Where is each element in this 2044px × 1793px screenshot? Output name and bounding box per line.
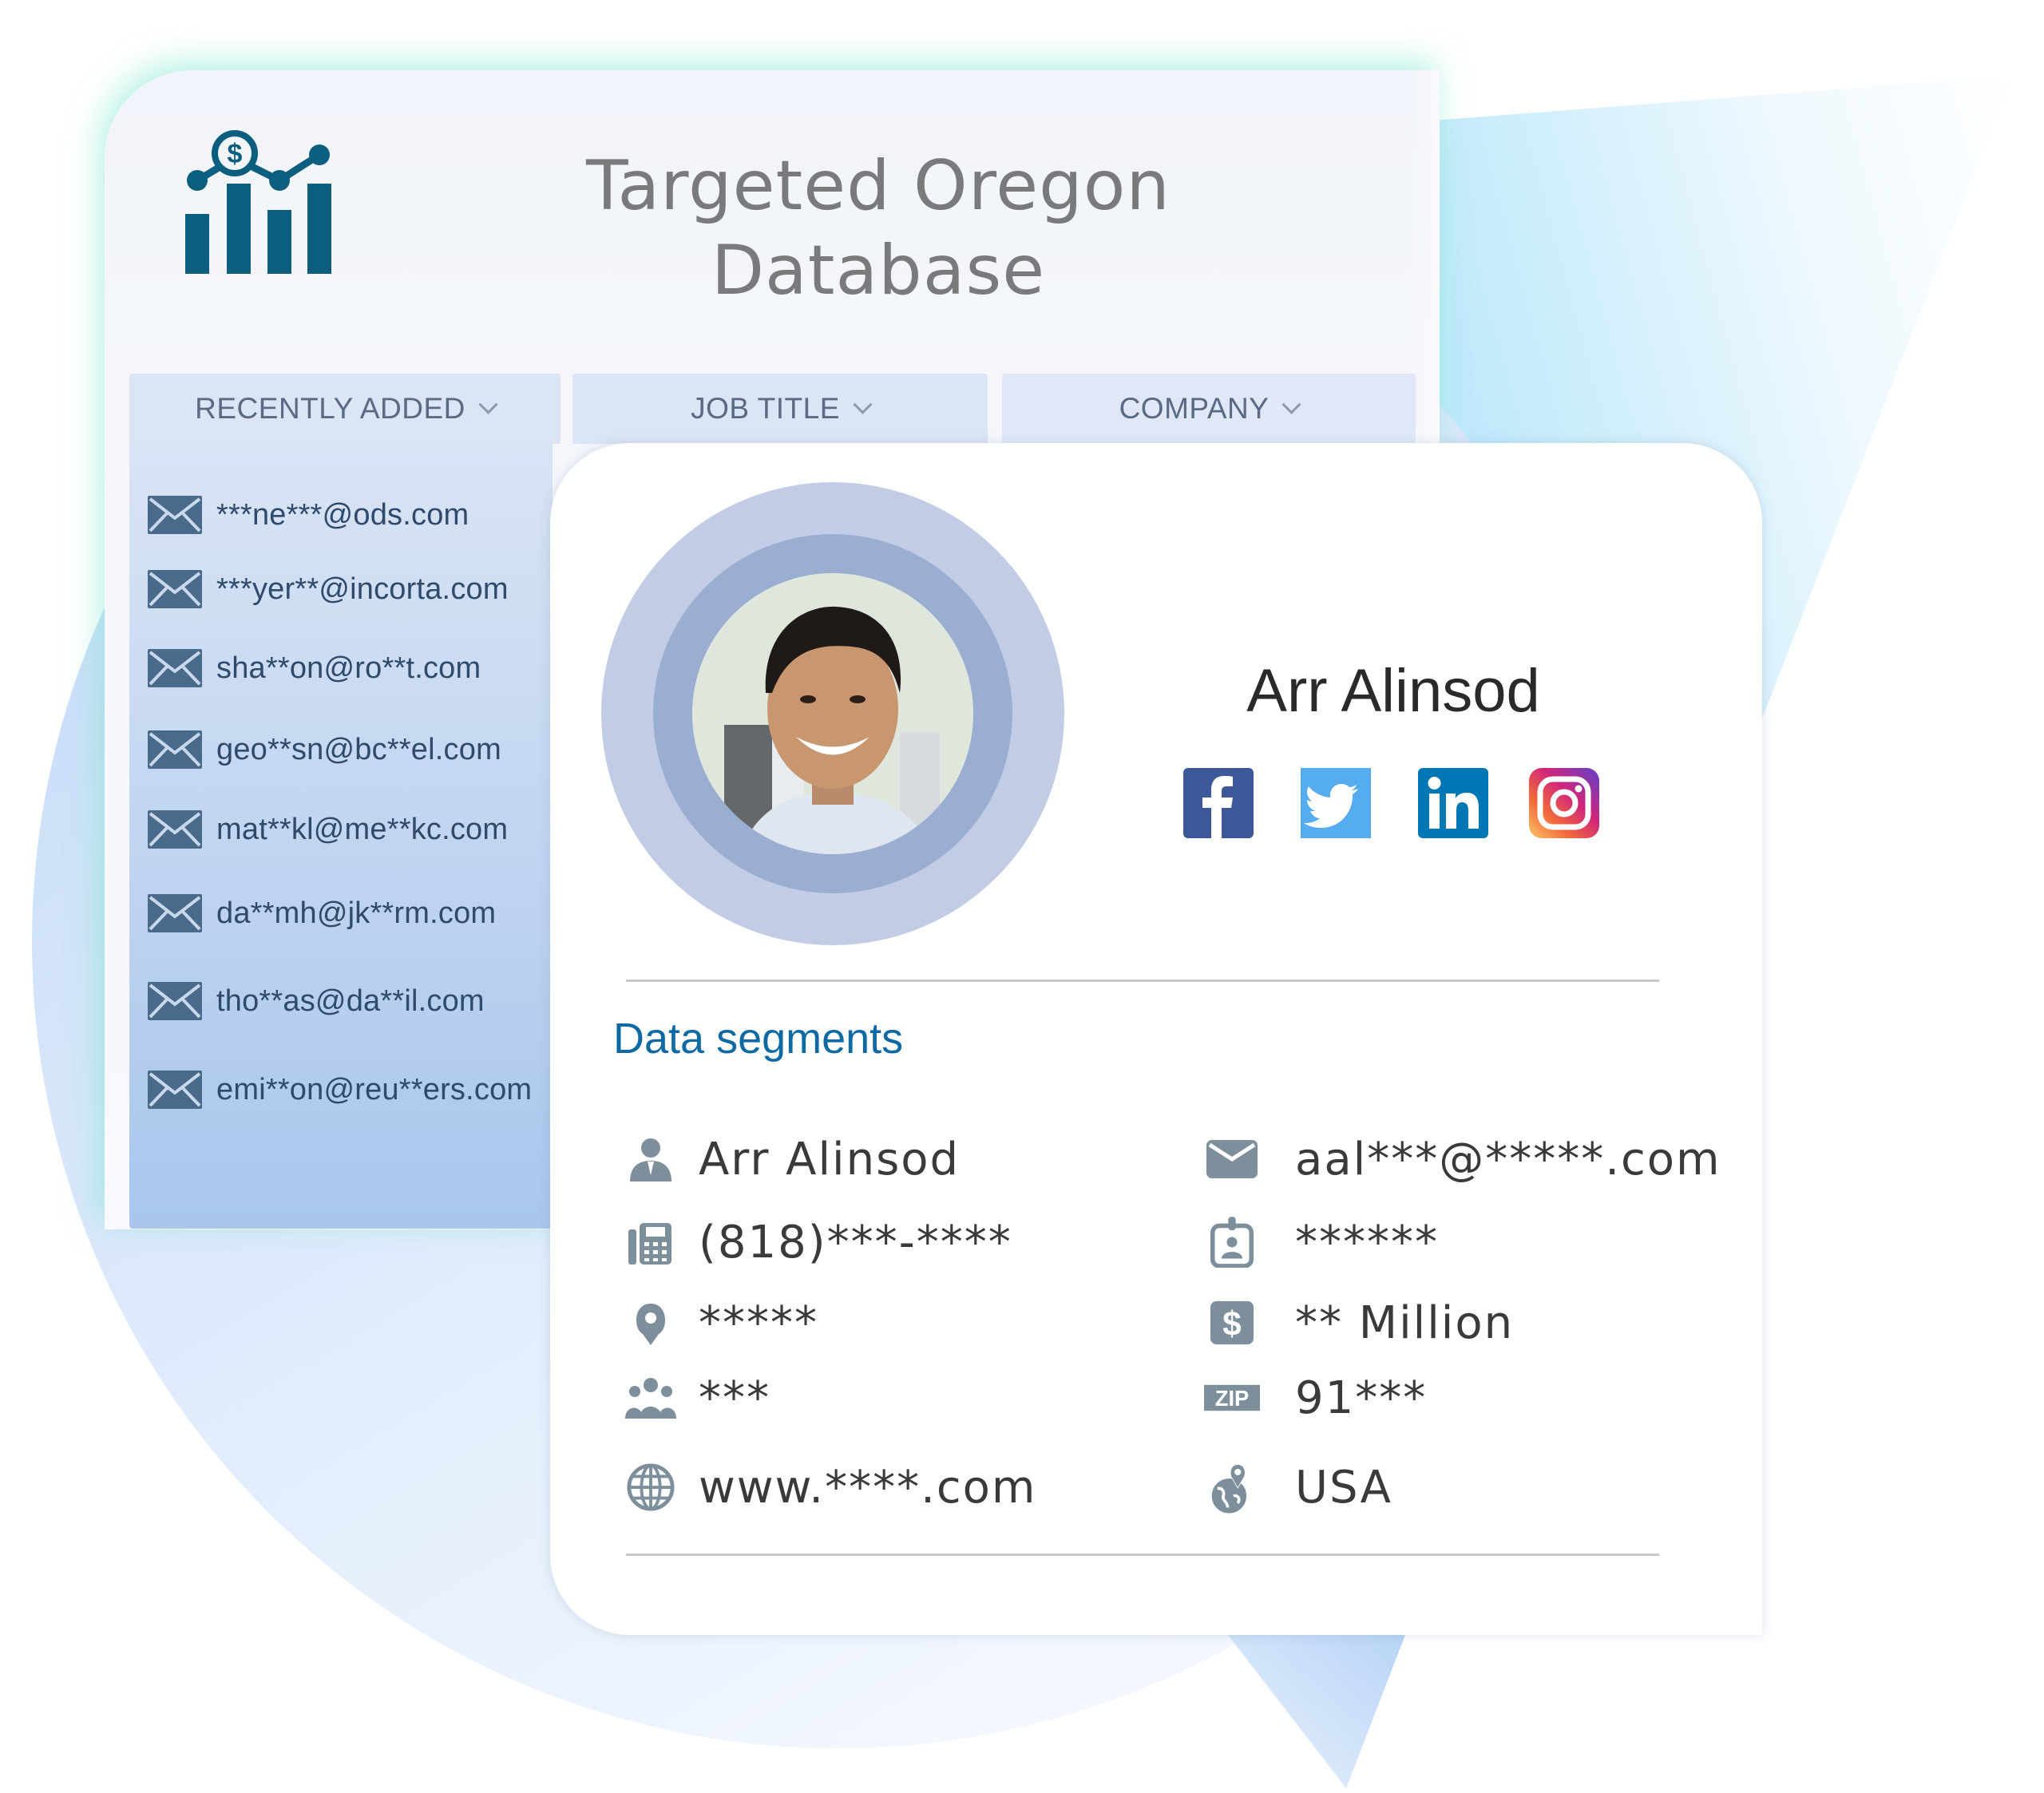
segment-value: aal***@*****.com: [1295, 1133, 1721, 1185]
envelope-icon: [1204, 1131, 1260, 1187]
linkedin-icon[interactable]: [1418, 768, 1488, 838]
segment-row: *****: [623, 1291, 818, 1355]
envelope-icon: [148, 894, 202, 932]
list-item[interactable]: da**mh@jk**rm.com: [148, 889, 496, 937]
list-item[interactable]: ***yer**@incorta.com: [148, 565, 509, 613]
facebook-icon[interactable]: [1183, 768, 1254, 838]
envelope-icon: [148, 982, 202, 1020]
list-item[interactable]: geo**sn@bc**el.com: [148, 726, 501, 774]
instagram-icon[interactable]: [1529, 768, 1599, 838]
group-icon: [623, 1370, 679, 1426]
email-address: da**mh@jk**rm.com: [216, 896, 497, 930]
list-item[interactable]: emi**on@reu**ers.com: [148, 1066, 532, 1114]
list-item[interactable]: tho**as@da**il.com: [148, 977, 485, 1025]
zip-icon: ZIP: [1204, 1370, 1260, 1426]
segment-value: www.****.com: [699, 1461, 1037, 1514]
email-address: emi**on@reu**ers.com: [216, 1072, 533, 1106]
divider: [626, 980, 1659, 982]
phone-fax-icon: [623, 1214, 679, 1270]
tab-label: COMPANY: [1119, 392, 1270, 425]
segment-row: aal***@*****.com: [1204, 1127, 1721, 1191]
email-address: ***yer**@incorta.com: [216, 572, 509, 606]
segment-value: 91***: [1295, 1371, 1428, 1424]
envelope-icon: [148, 730, 202, 769]
envelope-icon: [148, 570, 202, 608]
segment-value: Arr Alinsod: [699, 1133, 961, 1185]
id-badge-icon: [1204, 1214, 1260, 1270]
divider: [626, 1554, 1659, 1556]
page-title-line2: Database: [711, 231, 1046, 311]
envelope-icon: [148, 496, 202, 534]
tab-recently-added[interactable]: RECENTLY ADDED: [129, 374, 561, 444]
email-address: ***ne***@ods.com: [216, 497, 469, 532]
segment-row: Arr Alinsod: [623, 1127, 960, 1191]
globe-pin-icon: [1204, 1459, 1260, 1515]
segment-value: ******: [1295, 1216, 1439, 1269]
avatar: [692, 573, 973, 854]
page-title-line1: Targeted Oregon: [586, 146, 1171, 226]
person-photo: [692, 573, 973, 854]
email-address: tho**as@da**il.com: [216, 984, 485, 1018]
segment-value: ** Million: [1295, 1296, 1515, 1349]
profile-name: Arr Alinsod: [1246, 657, 1540, 725]
tab-label: RECENTLY ADDED: [195, 392, 465, 425]
data-segments-title: Data segments: [613, 1015, 904, 1063]
list-item[interactable]: sha**on@ro**t.com: [148, 644, 481, 692]
email-address: sha**on@ro**t.com: [216, 651, 481, 685]
twitter-icon[interactable]: [1301, 768, 1371, 838]
svg-text:$: $: [228, 139, 243, 169]
segment-row: www.****.com: [623, 1455, 1036, 1519]
segment-row: $ ** Million: [1204, 1291, 1514, 1355]
envelope-icon: [148, 1071, 202, 1109]
chevron-down-icon: [853, 394, 873, 414]
list-item[interactable]: mat**kl@me**kc.com: [148, 805, 508, 853]
segment-value: (818)***-****: [699, 1216, 1012, 1269]
segment-row: USA: [1204, 1455, 1392, 1519]
location-pin-icon: [623, 1295, 679, 1351]
envelope-icon: [148, 649, 202, 687]
segment-value: *****: [699, 1296, 818, 1349]
list-item[interactable]: ***ne***@ods.com: [148, 491, 469, 539]
chevron-down-icon: [1281, 394, 1301, 414]
segment-row: ***: [623, 1366, 770, 1430]
globe-icon: [623, 1459, 679, 1515]
segment-row: ZIP 91***: [1204, 1366, 1427, 1430]
segment-value: USA: [1295, 1461, 1392, 1514]
tab-label: JOB TITLE: [691, 392, 840, 425]
envelope-icon: [148, 810, 202, 849]
tab-company[interactable]: COMPANY: [1002, 374, 1416, 444]
bubble-tail: [1228, 1635, 1405, 1788]
email-address: mat**kl@me**kc.com: [216, 812, 509, 846]
svg-text:$: $: [1222, 1304, 1242, 1343]
chart-dollar-icon: $: [185, 130, 331, 274]
person-icon: [623, 1131, 679, 1187]
email-address: geo**sn@bc**el.com: [216, 732, 501, 766]
segment-row: (818)***-****: [623, 1210, 1012, 1274]
dollar-icon: $: [1204, 1295, 1260, 1351]
segment-row: ******: [1204, 1210, 1439, 1274]
page-title: Targeted Oregon Database: [519, 144, 1238, 313]
segment-value: ***: [699, 1371, 770, 1424]
svg-text:ZIP: ZIP: [1215, 1386, 1249, 1411]
chevron-down-icon: [478, 394, 498, 414]
tab-job-title[interactable]: JOB TITLE: [572, 374, 988, 444]
